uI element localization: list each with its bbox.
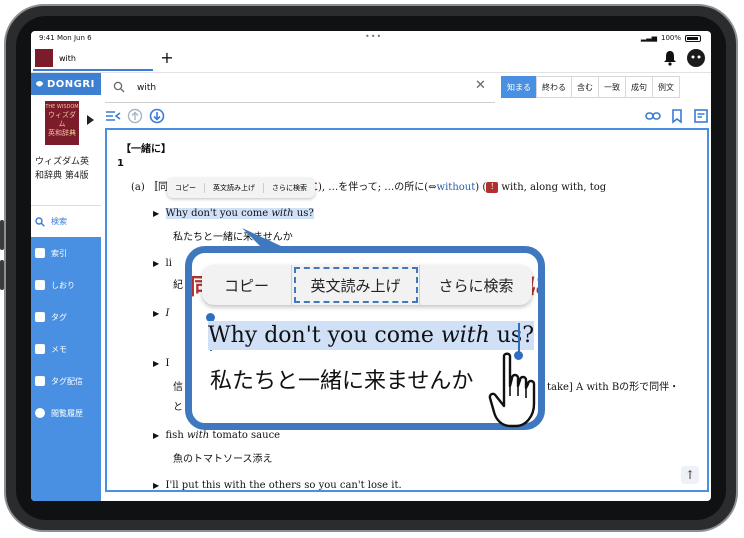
search-more-button[interactable]: さらに検索 bbox=[420, 265, 532, 305]
example-4-ja-cont: と bbox=[173, 402, 183, 413]
acorn-logo-icon bbox=[36, 81, 43, 87]
arrow-down-circle-icon[interactable] bbox=[149, 108, 165, 124]
mode-ends-with[interactable]: 終わる bbox=[536, 76, 572, 98]
play-bullet-icon[interactable]: ▶ bbox=[153, 259, 159, 268]
tab-with[interactable]: with bbox=[33, 47, 153, 71]
example-4-ja: 信 bbox=[173, 382, 183, 393]
dictionary-title: ウィズダム英 和辞典 第4版 bbox=[35, 157, 90, 181]
sidebar-item-index[interactable]: 索引 bbox=[31, 237, 101, 269]
logo-text: DONGRI bbox=[47, 78, 95, 90]
example-1-en[interactable]: ▶ Why don't you come with us? bbox=[153, 208, 314, 219]
play-bullet-icon[interactable]: ▶ bbox=[153, 209, 159, 218]
play-triangle-icon[interactable] bbox=[87, 115, 94, 125]
sidebar-item-search[interactable]: 検索 bbox=[31, 205, 101, 237]
status-bar: 9:41 Mon Jun 6 ••• ▂▃▅ 100% bbox=[31, 31, 711, 45]
mode-idiom[interactable]: 成句 bbox=[625, 76, 653, 98]
sidebar-item-tags[interactable]: タグ bbox=[31, 301, 101, 333]
search-bar: ✕ bbox=[105, 73, 495, 103]
mode-example[interactable]: 例文 bbox=[652, 76, 680, 98]
play-bullet-icon[interactable]: ▶ bbox=[153, 431, 159, 440]
mini-copy-button[interactable]: コピー bbox=[167, 183, 205, 193]
sidebar-item-history[interactable]: 閲覧履歴 bbox=[31, 397, 101, 429]
volume-button bbox=[0, 260, 4, 290]
dictionary-cover: THE WISDOM ウィズダム 英和辞典 bbox=[45, 101, 79, 145]
example-2-en[interactable]: ▶ li bbox=[153, 258, 172, 269]
example-3-en[interactable]: ▶ I bbox=[153, 308, 169, 319]
clear-search-button[interactable]: ✕ bbox=[475, 78, 486, 93]
scroll-to-top-button[interactable]: ↑ bbox=[681, 466, 699, 484]
copy-button[interactable]: コピー bbox=[202, 265, 292, 305]
book-thumbnail-icon bbox=[35, 49, 53, 67]
play-bullet-icon[interactable]: ▶ bbox=[153, 309, 159, 318]
read-aloud-button[interactable]: 英文読み上げ bbox=[292, 265, 420, 305]
usage-note: take] A with Bの形で同伴・ bbox=[547, 382, 680, 393]
add-tab-button[interactable]: + bbox=[157, 48, 177, 68]
mode-contains[interactable]: 含む bbox=[571, 76, 599, 98]
battery-icon bbox=[685, 34, 701, 42]
history-icon bbox=[35, 408, 45, 418]
example-4-en[interactable]: ▶ I bbox=[153, 358, 169, 369]
callout-selected-english: Why don't you come with us? bbox=[208, 321, 534, 350]
mini-search-more-button[interactable]: さらに検索 bbox=[264, 183, 315, 193]
status-right: ▂▃▅ 100% bbox=[641, 34, 701, 42]
alert-icon[interactable]: ! bbox=[486, 182, 499, 193]
sidebar: DONGRI THE WISDOM ウィズダム 英和辞典 ウィズダム英 和辞典 … bbox=[31, 73, 101, 501]
selection-end-bar bbox=[518, 323, 520, 353]
tab-bar: with + bbox=[31, 45, 711, 73]
search-icon bbox=[113, 81, 125, 93]
search-input[interactable] bbox=[137, 79, 457, 97]
battery-percent: 100% bbox=[660, 34, 681, 42]
sidebar-item-memo[interactable]: メモ bbox=[31, 333, 101, 365]
play-bullet-icon[interactable]: ▶ bbox=[153, 359, 159, 368]
signal-icon: ▂▃▅ bbox=[640, 34, 657, 42]
grid-icon bbox=[35, 248, 45, 258]
arrow-up-circle-icon[interactable] bbox=[127, 108, 143, 124]
example-5-ja: 魚のトマトソース添え bbox=[173, 454, 273, 465]
avatar-face-icon bbox=[691, 55, 701, 59]
play-bullet-icon[interactable]: ▶ bbox=[153, 481, 159, 490]
link-without[interactable]: without bbox=[437, 182, 476, 193]
tag-icon bbox=[35, 312, 45, 322]
search-mode-group: 知まる 終わる 含む 一致 成句 例文 bbox=[501, 76, 680, 98]
pointing-hand-icon bbox=[488, 352, 536, 428]
avatar[interactable] bbox=[687, 49, 705, 67]
mode-exact[interactable]: 一致 bbox=[598, 76, 626, 98]
collapse-list-icon[interactable] bbox=[105, 108, 121, 124]
mini-context-menu: コピー 英文読み上げ さらに検索 bbox=[167, 178, 315, 198]
sidebar-item-tag-delivery[interactable]: タグ配信 bbox=[31, 365, 101, 397]
sense-heading: 【一緒に】 bbox=[121, 144, 171, 155]
mode-starts-with[interactable]: 知まる bbox=[501, 76, 537, 98]
context-menu: コピー 英文読み上げ さらに検索 bbox=[202, 265, 532, 305]
current-dictionary[interactable]: THE WISDOM ウィズダム 英和辞典 ウィズダム英 和辞典 第4版 bbox=[31, 95, 101, 205]
tag-delivery-icon bbox=[35, 376, 45, 386]
example-5-en[interactable]: ▶ fish with tomato sauce bbox=[153, 430, 280, 441]
bell-icon[interactable] bbox=[663, 50, 677, 66]
multitask-dots[interactable]: ••• bbox=[365, 32, 382, 41]
sense-number: 1 bbox=[117, 158, 124, 169]
example-2-ja: 紀 bbox=[173, 280, 183, 291]
memo-icon bbox=[35, 344, 45, 354]
link-icon[interactable] bbox=[645, 108, 661, 124]
tab-label: with bbox=[59, 53, 76, 63]
bookmark-outline-icon[interactable] bbox=[669, 108, 685, 124]
bookmark-icon bbox=[35, 280, 45, 290]
search-icon bbox=[35, 216, 45, 227]
callout-japanese: 私たちと一緒に来ませんか bbox=[210, 369, 474, 394]
sidebar-item-bookmarks[interactable]: しおり bbox=[31, 269, 101, 301]
memo-edit-icon[interactable] bbox=[693, 108, 709, 124]
app-logo: DONGRI bbox=[31, 73, 101, 95]
volume-button bbox=[0, 220, 4, 250]
example-6-en[interactable]: ▶ I'll put this with the others so you c… bbox=[153, 480, 402, 490]
entry-toolbar bbox=[105, 105, 711, 127]
status-time: 9:41 Mon Jun 6 bbox=[39, 34, 92, 42]
mini-read-button[interactable]: 英文読み上げ bbox=[205, 183, 264, 193]
